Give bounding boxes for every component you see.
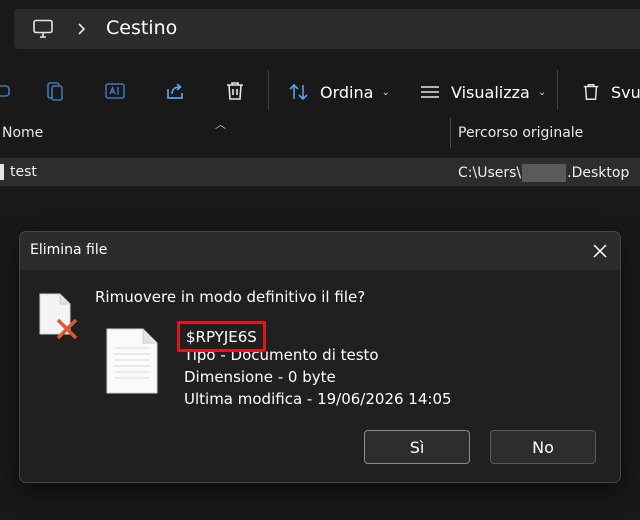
drive-icon[interactable] bbox=[0, 80, 12, 102]
chevron-down-icon: ⌄ bbox=[381, 86, 390, 98]
original-path: C:\Users\ .Desktop bbox=[458, 164, 629, 182]
column-header-original-path[interactable]: Percorso originale bbox=[458, 125, 583, 141]
path-suffix: .Desktop bbox=[567, 165, 630, 181]
delete-file-warning-icon bbox=[39, 293, 78, 340]
column-divider[interactable] bbox=[450, 118, 451, 148]
empty-bin-label: Svuo bbox=[611, 82, 640, 102]
share-icon[interactable] bbox=[164, 80, 186, 102]
view-button[interactable]: Visualizza ⌄ bbox=[419, 80, 546, 104]
file-size: Dimensione - 0 byte bbox=[184, 368, 336, 386]
current-location: Cestino bbox=[106, 17, 178, 39]
redacted-username bbox=[522, 164, 567, 182]
delete-file-dialog: Elimina file Rimuovere in modo definitiv… bbox=[19, 231, 621, 483]
column-header-name[interactable]: Nome bbox=[2, 125, 43, 141]
column-headers: Nome ︿ Percorso originale bbox=[0, 118, 640, 150]
command-bar: Ordina ⌄ Visualizza ⌄ Svuo bbox=[0, 58, 640, 122]
confirmation-question: Rimuovere in modo definitivo il file? bbox=[95, 288, 366, 306]
list-view-icon bbox=[421, 86, 439, 98]
close-icon bbox=[593, 244, 607, 258]
computer-monitor-icon bbox=[33, 19, 53, 38]
sort-label: Ordina bbox=[320, 82, 374, 102]
view-label: Visualizza bbox=[451, 82, 530, 102]
chevron-down-icon: ⌄ bbox=[537, 86, 547, 98]
sort-ascending-icon: ︿ bbox=[215, 118, 226, 131]
yes-button[interactable]: Sì bbox=[364, 430, 470, 464]
delete-icon[interactable] bbox=[224, 80, 246, 102]
text-document-icon bbox=[106, 328, 158, 394]
toolbar-divider bbox=[268, 70, 269, 110]
file-name: test bbox=[10, 164, 37, 180]
table-row[interactable]: test C:\Users\ .Desktop bbox=[0, 158, 640, 186]
delete-icon bbox=[583, 84, 599, 100]
file-modified: Ultima modifica - 19/06/2026 14:05 bbox=[184, 390, 452, 408]
close-button[interactable] bbox=[588, 239, 612, 263]
empty-bin-button[interactable]: Svuo bbox=[581, 80, 640, 104]
highlighted-file-name: $RPYJE6S bbox=[177, 321, 266, 352]
dialog-title: Elimina file bbox=[30, 242, 108, 258]
address-bar[interactable]: Cestino bbox=[14, 9, 640, 49]
toolbar-divider bbox=[557, 70, 558, 110]
chevron-right-icon bbox=[78, 23, 86, 35]
dialog-titlebar: Elimina file bbox=[20, 232, 620, 270]
sort-arrows-icon bbox=[289, 83, 308, 101]
sort-button[interactable]: Ordina ⌄ bbox=[288, 80, 390, 104]
paste-icon[interactable] bbox=[44, 80, 66, 102]
dialog-file-name: $RPYJE6S bbox=[186, 328, 257, 346]
no-button[interactable]: No bbox=[490, 430, 596, 464]
rename-icon[interactable] bbox=[104, 80, 126, 102]
path-prefix: C:\Users\ bbox=[458, 165, 522, 181]
text-file-icon bbox=[0, 164, 4, 180]
